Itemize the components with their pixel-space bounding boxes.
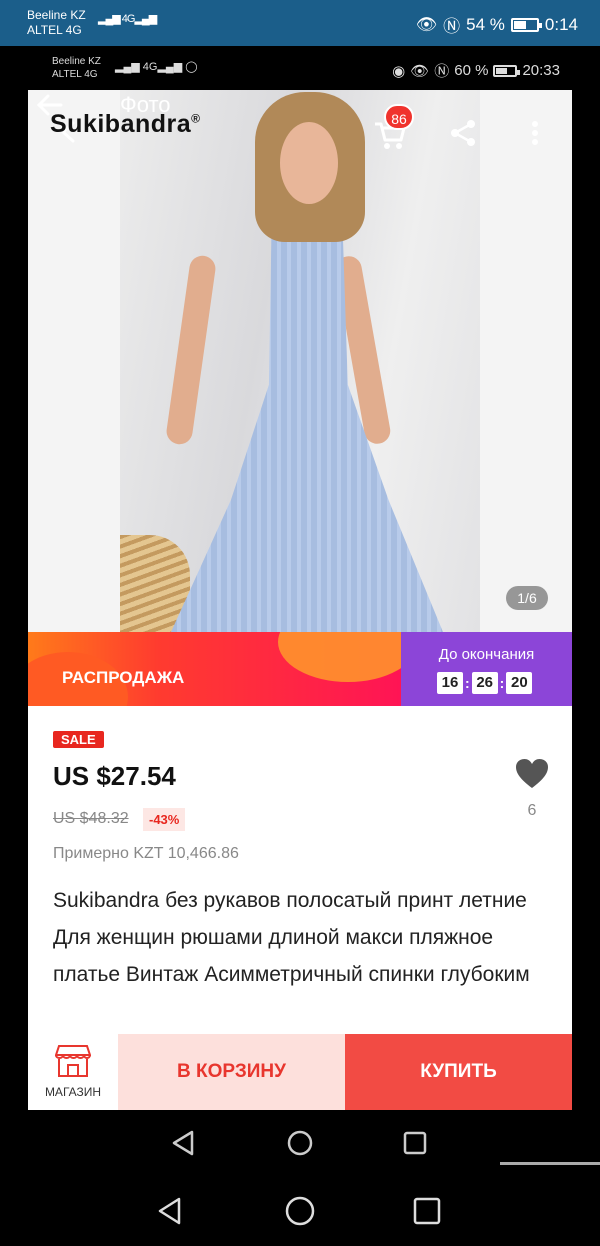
inner-signal-icon: ▂▄▆ 4G▂▄▆ ◯ bbox=[115, 61, 198, 73]
product-photo[interactable]: Фото Sukibandra® 86 1/6 bbox=[28, 90, 572, 632]
inner-vpn-icon: ◉ bbox=[392, 62, 406, 80]
battery-icon bbox=[510, 17, 542, 32]
brand-name: Sukibandra bbox=[50, 110, 192, 138]
gesture-handle bbox=[500, 1162, 600, 1165]
carrier-name-2: ALTEL 4G bbox=[27, 23, 82, 37]
photo-counter: 1/6 bbox=[506, 586, 548, 610]
circle-home-icon[interactable] bbox=[280, 1123, 320, 1163]
buy-now-button[interactable]: КУПИТЬ bbox=[345, 1034, 572, 1110]
inner-battery-percent: 60 % bbox=[454, 62, 489, 79]
inner-navigation-bar bbox=[28, 1110, 572, 1176]
action-bar: МАГАЗИН В КОРЗИНУ КУПИТЬ bbox=[28, 1034, 572, 1110]
store-button[interactable]: МАГАЗИН bbox=[28, 1034, 118, 1110]
triangle-back-icon[interactable] bbox=[150, 1191, 190, 1231]
sale-banner-title: РАСПРОДАЖА bbox=[62, 668, 185, 687]
brand-logo: Sukibandra® bbox=[50, 110, 201, 139]
sale-banner[interactable]: РАСПРОДАЖА До окончания 16 : 26 : 20 bbox=[28, 632, 572, 706]
outer-status-bar: Beeline KZ ALTEL 4G ▂▄▆ 4G▂▄▆ 👁 Ⓝ 54 % 0… bbox=[0, 0, 600, 46]
cart-count-badge: 86 bbox=[384, 104, 414, 130]
inner-eye-icon: 👁 bbox=[410, 62, 430, 80]
nfc-icon: Ⓝ bbox=[443, 17, 461, 36]
square-recents-icon[interactable] bbox=[395, 1123, 435, 1163]
square-recents-icon[interactable] bbox=[407, 1191, 447, 1231]
countdown-timer: 16 : 26 : 20 bbox=[437, 672, 533, 694]
inner-status-bar: Beeline KZ ALTEL 4G ▂▄▆ 4G▂▄▆ ◯ ◉ 👁 Ⓝ 60… bbox=[28, 46, 572, 90]
carrier-info: Beeline KZ ALTEL 4G bbox=[27, 8, 86, 38]
current-price: US $27.54 bbox=[53, 761, 176, 791]
inner-carrier-name-1: Beeline KZ bbox=[52, 56, 101, 67]
battery-fill bbox=[513, 20, 526, 29]
store-icon bbox=[54, 1044, 92, 1078]
timer-separator: : bbox=[465, 675, 470, 691]
signal-icon: ▂▄▆ 4G▂▄▆ bbox=[98, 13, 157, 25]
timer-seconds: 20 bbox=[506, 672, 533, 694]
inner-network-type: 4G bbox=[142, 61, 158, 73]
circle-home-icon[interactable] bbox=[280, 1191, 320, 1231]
product-info: SALE US $27.54 US $48.32 -43% Примерно K… bbox=[28, 706, 572, 1034]
countdown-panel: До окончания 16 : 26 : 20 bbox=[401, 632, 572, 706]
inner-battery-icon bbox=[493, 64, 521, 77]
photo-toolbar: Фото Sukibandra® 86 bbox=[28, 90, 572, 180]
inner-clock: 20:33 bbox=[522, 62, 560, 79]
inner-carrier-name-2: ALTEL 4G bbox=[52, 69, 98, 80]
timer-minutes: 26 bbox=[471, 672, 498, 694]
countdown-caption: До окончания bbox=[438, 646, 535, 663]
inner-status-right: ◉ 👁 Ⓝ 60 % 20:33 bbox=[392, 60, 560, 81]
timer-hours: 16 bbox=[437, 672, 463, 694]
inner-carrier-info: Beeline KZ ALTEL 4G bbox=[52, 55, 101, 81]
eye-icon: 👁 bbox=[415, 14, 438, 34]
heart-icon[interactable] bbox=[515, 758, 549, 790]
sale-badge: SALE bbox=[53, 731, 104, 748]
share-icon[interactable] bbox=[449, 119, 477, 147]
inner-nfc-icon: Ⓝ bbox=[434, 63, 450, 80]
store-button-label: МАГАЗИН bbox=[44, 1085, 102, 1099]
status-right: 👁 Ⓝ 54 % 0:14 bbox=[416, 12, 578, 37]
approx-local-price: Примерно KZT 10,466.86 bbox=[53, 845, 239, 862]
discount-badge: -43% bbox=[143, 808, 186, 831]
product-title: Sukibandra без рукавов полосатый принт л… bbox=[53, 889, 530, 986]
add-to-cart-button[interactable]: В КОРЗИНУ bbox=[118, 1034, 345, 1110]
more-vertical-icon[interactable] bbox=[528, 119, 542, 147]
brand-registered-mark: ® bbox=[191, 111, 201, 126]
inner-battery-fill bbox=[496, 67, 508, 74]
clock: 0:14 bbox=[544, 14, 578, 34]
timer-separator: : bbox=[499, 675, 505, 691]
wishlist-count: 6 bbox=[527, 802, 537, 819]
carrier-name-1: Beeline KZ bbox=[27, 8, 86, 22]
battery-percent: 54 % bbox=[466, 14, 505, 34]
sale-banner-left: РАСПРОДАЖА bbox=[28, 632, 401, 706]
original-price: US $48.32 bbox=[53, 810, 129, 827]
triangle-back-icon[interactable] bbox=[164, 1123, 204, 1163]
outer-navigation-bar bbox=[0, 1176, 600, 1246]
network-type: 4G bbox=[121, 13, 136, 25]
